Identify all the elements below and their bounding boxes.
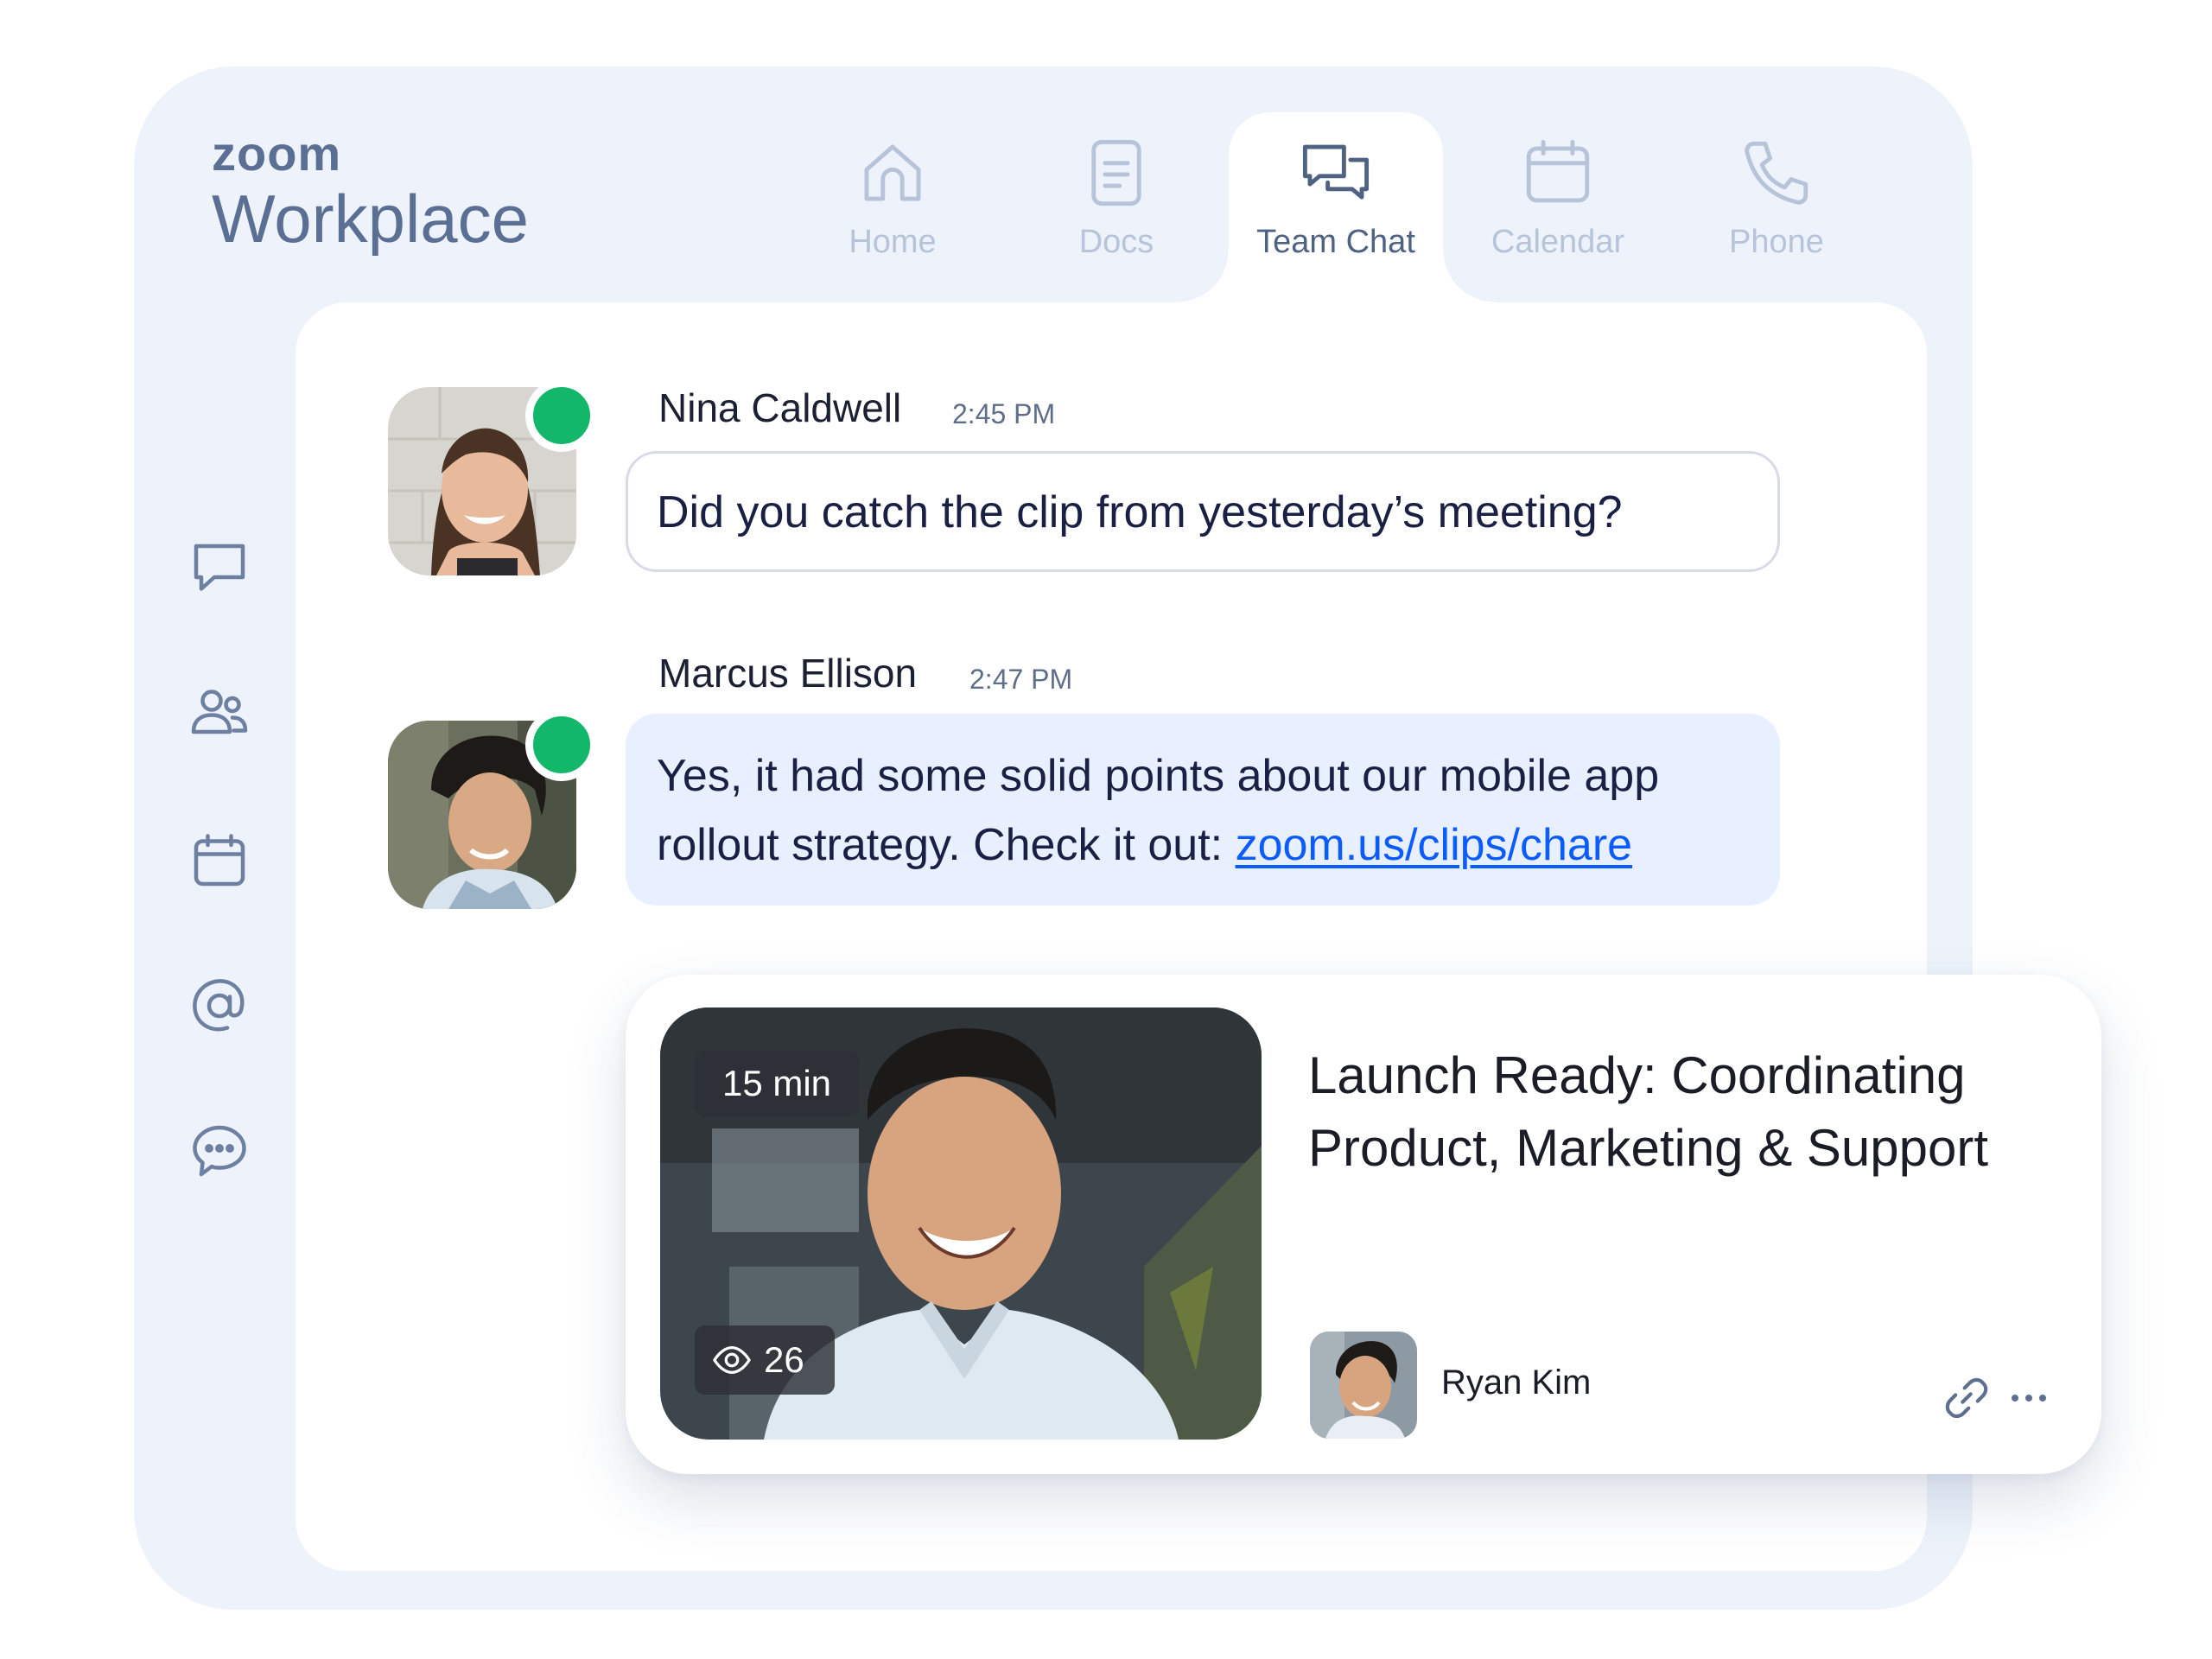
online-status-nina <box>525 379 598 452</box>
online-status-marcus <box>525 709 598 781</box>
tab-calendar[interactable]: Calendar <box>1450 134 1666 261</box>
zoom-wordmark: zoom <box>212 126 342 181</box>
calendar-icon <box>1526 139 1590 203</box>
message-bubble-marcus: Yes, it had some solid points about our … <box>626 714 1780 906</box>
message-text-line: rollout strategy. Check it out: zoom.us/… <box>657 810 1749 880</box>
sender-name[interactable]: Marcus Ellison <box>658 650 917 696</box>
tab-phone[interactable]: Phone <box>1669 134 1885 261</box>
message-bubble-nina: Did you catch the clip from yesterday’s … <box>626 451 1780 572</box>
tab-team-chat[interactable]: Team Chat <box>1228 134 1444 261</box>
clip-link[interactable]: zoom.us/clips/chare <box>1236 820 1633 870</box>
message-time: 2:45 PM <box>952 398 1056 429</box>
link-icon[interactable] <box>1942 1374 1991 1422</box>
chat-icon[interactable] <box>188 536 251 598</box>
tab-calendar-label: Calendar <box>1491 224 1625 260</box>
tab-docs[interactable]: Docs <box>1008 134 1224 261</box>
mentions-icon[interactable] <box>188 975 251 1037</box>
bot-chat-icon[interactable] <box>188 1120 251 1182</box>
tab-team-chat-label: Team Chat <box>1256 224 1415 260</box>
views-count: 26 <box>764 1339 804 1380</box>
clip-preview-card[interactable]: 15 min 26 Launch Ready: Coordinating Pro… <box>626 975 2101 1474</box>
document-icon <box>1091 139 1141 207</box>
clip-title-line: Product, Marketing & Support <box>1308 1119 1989 1177</box>
message-time: 2:47 PM <box>969 664 1073 695</box>
clip-thumbnail[interactable]: 15 min 26 <box>660 1007 1262 1440</box>
clip-title[interactable]: Launch Ready: Coordinating Product, Mark… <box>1308 1039 2069 1185</box>
tab-docs-label: Docs <box>1078 224 1154 260</box>
contacts-icon[interactable] <box>188 683 251 745</box>
product-name: Workplace <box>212 181 530 257</box>
duration-badge: 15 min <box>695 1051 859 1116</box>
stage: zoom Workplace Home Docs Team Chat Calen… <box>0 0 2212 1659</box>
home-icon <box>864 144 921 201</box>
author-avatar[interactable] <box>1310 1332 1417 1439</box>
author-avatar-photo <box>1310 1332 1417 1439</box>
tab-home[interactable]: Home <box>785 134 1001 261</box>
author-name[interactable]: Ryan Kim <box>1441 1363 1591 1402</box>
sender-name[interactable]: Nina Caldwell <box>658 385 901 431</box>
brand-logo: zoom Workplace <box>212 130 529 257</box>
clip-title-line: Launch Ready: Coordinating <box>1308 1046 1966 1104</box>
chat-bubbles-icon <box>1302 144 1370 200</box>
phone-icon <box>1745 141 1808 205</box>
message-text-line: Yes, it had some solid points about our … <box>657 751 1660 801</box>
more-icon[interactable] <box>2008 1381 2050 1415</box>
eye-icon <box>713 1345 751 1375</box>
calendar-icon[interactable] <box>188 830 251 892</box>
message-text-line-start: rollout strategy. Check it out: <box>657 820 1236 870</box>
views-badge: 26 <box>695 1325 835 1395</box>
tab-phone-label: Phone <box>1729 224 1824 260</box>
tab-home-label: Home <box>849 224 937 260</box>
